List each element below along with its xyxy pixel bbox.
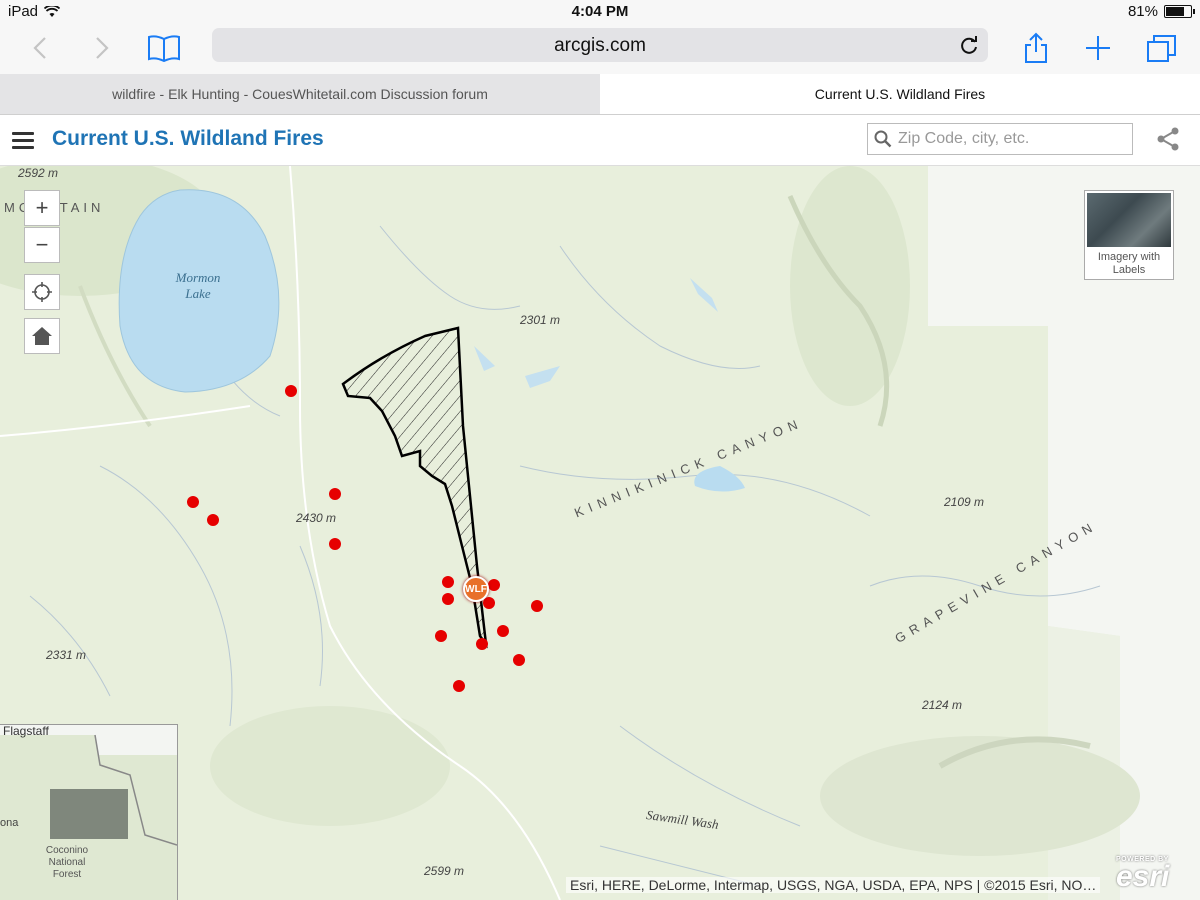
wildfire-marker-icon[interactable]: WLF <box>463 576 489 602</box>
fire-point[interactable] <box>435 630 447 642</box>
hamburger-menu-icon[interactable] <box>12 132 34 149</box>
map-view[interactable]: 2592 m MOUNTAIN 2301 m 2430 m 2331 m 210… <box>0 166 1200 900</box>
tab-bar: wildfire - Elk Hunting - CouesWhitetail.… <box>0 74 1200 115</box>
imagery-thumbnail <box>1087 193 1171 247</box>
zoom-out-button[interactable]: − <box>24 227 60 263</box>
fire-point[interactable] <box>497 625 509 637</box>
bookmarks-button[interactable] <box>146 30 182 66</box>
battery-icon <box>1164 5 1195 18</box>
battery-percent: 81% <box>1127 3 1158 20</box>
fire-point[interactable] <box>207 514 219 526</box>
elevation-label: 2592 m <box>18 166 59 180</box>
overview-forest-label: Coconino National Forest <box>45 845 89 880</box>
overview-map[interactable]: Flagstaff ona Coconino National Forest <box>0 724 178 900</box>
reload-icon[interactable] <box>958 34 980 56</box>
back-icon <box>33 37 46 59</box>
tabs-button[interactable] <box>1144 30 1180 66</box>
fire-point[interactable] <box>453 680 465 692</box>
browser-toolbar: arcgis.com <box>0 24 1200 74</box>
tabs-icon <box>1147 35 1176 62</box>
clock: 4:04 PM <box>571 3 629 20</box>
overview-fragment-label: ona <box>0 817 19 829</box>
home-button[interactable] <box>24 318 60 354</box>
elevation-label: 2430 m <box>296 511 337 525</box>
forward-icon <box>96 37 109 59</box>
search-box[interactable] <box>867 123 1133 155</box>
share-map-icon[interactable] <box>1156 127 1180 151</box>
fire-point[interactable] <box>513 654 525 666</box>
fire-point[interactable] <box>285 385 297 397</box>
elevation-label: 2109 m <box>944 495 985 509</box>
status-bar: iPad 4:04 PM 81% <box>0 0 1200 24</box>
crosshair-icon <box>32 282 52 302</box>
elevation-label: 2599 m <box>424 864 465 878</box>
tab-wildland-fires[interactable]: Current U.S. Wildland Fires <box>600 74 1200 114</box>
elevation-label: 2331 m <box>46 648 87 662</box>
new-tab-icon <box>1086 36 1110 60</box>
lake-label: Mormon Lake <box>175 270 221 301</box>
zoom-in-button[interactable]: + <box>24 190 60 226</box>
home-icon <box>32 327 52 345</box>
fire-point[interactable] <box>531 600 543 612</box>
elevation-label: 2301 m <box>520 313 561 327</box>
back-button[interactable] <box>22 30 58 66</box>
url-text: arcgis.com <box>554 35 646 56</box>
bookmarks-icon <box>148 35 180 62</box>
esri-logo[interactable]: POWERED BY esri <box>1116 856 1170 893</box>
new-tab-button[interactable] <box>1080 30 1116 66</box>
search-input[interactable] <box>896 127 1125 151</box>
address-bar[interactable]: arcgis.com <box>212 28 988 62</box>
overview-city-label: Flagstaff <box>3 724 49 738</box>
forward-button[interactable] <box>84 30 120 66</box>
share-button[interactable] <box>1018 30 1054 66</box>
search-icon <box>874 130 892 148</box>
fire-point[interactable] <box>442 576 454 588</box>
locate-button[interactable] <box>24 274 60 310</box>
fire-point[interactable] <box>476 638 488 650</box>
basemap-label: Imagery with Labels <box>1097 251 1161 276</box>
app-header: Current U.S. Wildland Fires <box>0 115 1200 166</box>
fire-point[interactable] <box>488 579 500 591</box>
fire-point[interactable] <box>442 593 454 605</box>
basemap-toggle[interactable]: Imagery with Labels <box>1084 190 1174 280</box>
app-title: Current U.S. Wildland Fires <box>52 127 324 150</box>
tab-elk-hunting[interactable]: wildfire - Elk Hunting - CouesWhitetail.… <box>0 74 601 114</box>
fire-point[interactable] <box>329 538 341 550</box>
fire-point[interactable] <box>483 597 495 609</box>
attribution: Esri, HERE, DeLorme, Intermap, USGS, NGA… <box>566 877 1101 893</box>
elevation-label: 2124 m <box>922 698 963 712</box>
fire-point[interactable] <box>329 488 341 500</box>
fire-point[interactable] <box>187 496 199 508</box>
share-icon <box>1025 32 1047 63</box>
esri-name: esri <box>1116 860 1170 893</box>
